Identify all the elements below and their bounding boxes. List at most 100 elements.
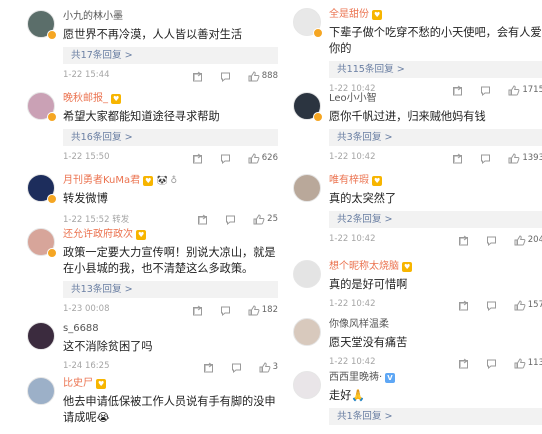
verified-badge-icon — [47, 30, 57, 40]
comment-actions: 3 — [203, 360, 278, 374]
username-link[interactable]: Leo小小智 — [329, 92, 377, 106]
name-row: s_6688 — [63, 322, 278, 336]
comment-icon[interactable] — [486, 300, 497, 311]
forward-icon[interactable] — [192, 71, 203, 82]
like-count: 157 — [527, 300, 542, 310]
name-row: 月刊勇者KuMa君 ♥ 🐼 ♁ — [63, 174, 278, 188]
like-button[interactable]: 888 — [248, 69, 278, 83]
view-replies-link[interactable]: 共13条回复 > — [63, 281, 278, 298]
user-level-badge: ♥ — [136, 230, 147, 240]
like-button[interactable]: 113 — [514, 356, 542, 370]
comment-icon[interactable] — [220, 153, 231, 164]
like-button[interactable]: 1393 — [508, 151, 542, 165]
comment-text: 转发微博 — [63, 192, 108, 205]
thumbs-up-icon — [248, 304, 260, 316]
like-count: 182 — [261, 305, 278, 315]
username-link[interactable]: 全是甜份 — [329, 8, 369, 22]
username-link[interactable]: 想个昵称太烧脑 — [329, 260, 399, 274]
avatar[interactable] — [293, 371, 321, 399]
timestamp: 1-24 16:25 — [63, 361, 110, 371]
forward-icon[interactable] — [458, 358, 469, 369]
avatar[interactable] — [27, 377, 55, 405]
avatar[interactable] — [293, 260, 321, 288]
comment-body: 晚秋邮报_ ♥ 希望大家都能知道途径寻求帮助 共16条回复 > 1-22 15:50 62… — [63, 92, 278, 167]
comment-body: 全是甜份 ♥ 下辈子做个吃穿不愁的小天使吧，会有人爱你的 共115条回复 >1-22 … — [329, 8, 542, 99]
forward-icon[interactable] — [192, 153, 203, 164]
forward-icon[interactable] — [458, 300, 469, 311]
username-link[interactable]: 比史尸 — [63, 377, 93, 391]
user-level-badge: V — [385, 373, 395, 383]
comment-text: 这不消除贫困了吗 — [63, 340, 153, 353]
username-link[interactable]: s_6688 — [63, 322, 99, 336]
comment-body: 月刊勇者KuMa君 ♥ 🐼 ♁ 转发微博 1-22 15:52 转发 25 — [63, 174, 278, 228]
comment-icon[interactable] — [225, 214, 236, 225]
forward-icon[interactable] — [203, 362, 214, 373]
like-button[interactable]: 25 — [253, 212, 278, 226]
name-row: 小九的林小墨 — [63, 10, 278, 24]
reply-count-row: 共13条回复 > — [63, 277, 278, 298]
username-link[interactable]: 西西里晚祷· — [329, 371, 382, 385]
comment-text: 政策一定要大力宣传啊！别说大凉山，就是在小县城的我，也不清楚这么多政策。 — [63, 246, 276, 275]
comment-icon[interactable] — [486, 358, 497, 369]
comment-actions: 113 — [458, 356, 542, 370]
user-level-badge: ♥ — [96, 379, 107, 389]
comment-meta: 1-23 00:08 182 — [63, 301, 278, 319]
user-level-badge: ♥ — [372, 10, 383, 20]
comment-body: 比史尸 ♥ 他去申请低保被工作人员说有手有脚的没申请成呢😭 — [63, 377, 278, 426]
like-button[interactable]: 3 — [259, 360, 278, 374]
thumbs-up-icon — [259, 361, 271, 373]
view-replies-link[interactable]: 共1条回复 > — [329, 408, 542, 425]
username-link[interactable]: 你像风样温柔 — [329, 318, 389, 332]
like-count: 1393 — [522, 153, 542, 163]
avatar[interactable] — [293, 174, 321, 202]
like-button[interactable]: 157 — [514, 298, 542, 312]
view-replies-link[interactable]: 共3条回复 > — [329, 129, 542, 146]
comment-actions: 1393 — [452, 151, 542, 165]
like-button[interactable]: 204 — [514, 233, 542, 247]
like-button[interactable]: 626 — [248, 151, 278, 165]
comment-actions: 204 — [458, 233, 542, 247]
username-link[interactable]: 还允许政府政次 — [63, 228, 133, 242]
avatar[interactable] — [27, 322, 55, 350]
reply-count-row: 共16条回复 > — [63, 125, 278, 146]
name-row: 想个昵称太烧脑 ♥ — [329, 260, 542, 274]
comment-icon[interactable] — [220, 71, 231, 82]
forward-icon[interactable] — [197, 214, 208, 225]
avatar[interactable] — [293, 318, 321, 346]
name-row: 唯有梓瑕 ♥ — [329, 174, 542, 188]
comment-text: 愿世界不再冷漠，人人皆以善对生活 — [63, 28, 243, 41]
comment-body: 西西里晚祷· V 走好🙏 共1条回复 > — [329, 371, 542, 425]
comment-text: 真的太突然了 — [329, 192, 397, 205]
verified-badge-icon — [313, 112, 323, 122]
comment-text: 他去申请低保被工作人员说有手有脚的没申请成呢😭 — [63, 395, 276, 424]
reply-count-row: 共17条回复 > — [63, 43, 278, 64]
comment-text: 真的是好可惜啊 — [329, 278, 408, 291]
medal-icons: 🐼 ♁ — [156, 176, 178, 186]
username-link[interactable]: 月刊勇者KuMa君 — [63, 174, 140, 188]
username-link[interactable]: 唯有梓瑕 — [329, 174, 369, 188]
view-replies-link[interactable]: 共16条回复 > — [63, 129, 278, 146]
forward-icon[interactable] — [458, 235, 469, 246]
comment-actions: 626 — [192, 151, 278, 165]
comment-actions: 888 — [192, 69, 278, 83]
timestamp: 1-23 00:08 — [63, 304, 110, 314]
like-button[interactable]: 182 — [248, 303, 278, 317]
comment-icon[interactable] — [231, 362, 242, 373]
forward-icon[interactable] — [452, 153, 463, 164]
name-row: 晚秋邮报_ ♥ — [63, 92, 278, 106]
view-replies-link[interactable]: 共17条回复 > — [63, 47, 278, 64]
like-count: 3 — [272, 362, 278, 372]
comment-meta: 1-24 16:25 3 — [63, 358, 278, 376]
view-replies-link[interactable]: 共115条回复 > — [329, 61, 542, 78]
username-link[interactable]: 小九的林小墨 — [63, 10, 123, 24]
comment-icon[interactable] — [220, 305, 231, 316]
timestamp: 1-22 10:42 — [329, 152, 376, 162]
comment-meta: 1-22 10:42 113 — [329, 354, 542, 372]
username-link[interactable]: 晚秋邮报_ — [63, 92, 108, 106]
comment-icon[interactable] — [480, 153, 491, 164]
forward-icon[interactable] — [192, 305, 203, 316]
comment-body: 想个昵称太烧脑 ♥ 真的是好可惜啊 1-22 10:42 157 — [329, 260, 542, 314]
comment-icon[interactable] — [486, 235, 497, 246]
view-replies-link[interactable]: 共2条回复 > — [329, 211, 542, 228]
comment-meta: 1-22 15:52 转发 25 — [63, 210, 278, 228]
